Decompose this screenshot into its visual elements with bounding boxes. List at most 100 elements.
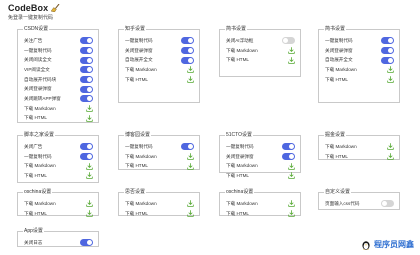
download-row[interactable]: 下载 HTML: [226, 171, 295, 181]
app-title: CodeBox: [8, 3, 49, 13]
settings-card-13: App设置 关闭日志: [17, 228, 99, 248]
toggle-switch[interactable]: [80, 37, 93, 45]
download-row[interactable]: 下载 HTML: [24, 114, 93, 124]
toggle-switch[interactable]: [181, 143, 194, 151]
toggle-switch[interactable]: [80, 76, 93, 84]
setting-label: 页面输入css代码: [325, 200, 360, 206]
card-rows: 页面输入css代码: [325, 199, 394, 209]
toggle-switch[interactable]: [181, 56, 194, 64]
toggle-switch[interactable]: [282, 143, 295, 151]
toggle-switch[interactable]: [381, 56, 394, 64]
setting-row: 关闭日志: [24, 238, 93, 248]
brand-text: 程序员网鑫: [374, 240, 414, 249]
card-title: CSDN设置: [23, 26, 50, 32]
download-icon[interactable]: [187, 66, 194, 74]
setting-label: 下载 Markdown: [226, 200, 258, 206]
setting-label: 关闭AI浮动框: [226, 37, 254, 43]
download-icon[interactable]: [187, 153, 194, 160]
download-icon[interactable]: [86, 114, 93, 122]
download-row[interactable]: 下载 Markdown: [24, 161, 93, 171]
setting-row: 关注广告: [24, 36, 93, 46]
toggle-switch[interactable]: [282, 153, 295, 161]
download-row[interactable]: 下载 Markdown: [226, 46, 295, 56]
toggle-switch[interactable]: [80, 153, 93, 161]
toggle-switch[interactable]: [80, 56, 93, 64]
download-row[interactable]: 下载 HTML: [125, 161, 194, 171]
settings-card-8: 掘金设置下载 Markdown 下载 HTML: [318, 132, 400, 162]
download-icon[interactable]: [86, 162, 93, 170]
setting-label: 一键复制代码: [325, 37, 353, 43]
toggle-switch[interactable]: [282, 37, 295, 45]
card-title: 思否设置: [124, 189, 147, 195]
setting-row: 一键复制代码: [125, 36, 194, 46]
download-row[interactable]: 下载 Markdown: [24, 104, 93, 114]
toggle-switch[interactable]: [80, 143, 93, 151]
settings-card-2: 知乎设置 一键复制代码 关闭登录弹窗 自动展开全文 下载 Markdown 下载 HTML: [118, 26, 200, 103]
download-row[interactable]: 下载 HTML: [226, 209, 295, 219]
download-row[interactable]: 下载 Markdown: [226, 199, 295, 209]
setting-label: 关闭登录弹窗: [325, 47, 353, 53]
download-icon[interactable]: [288, 56, 295, 64]
download-icon[interactable]: [288, 47, 295, 54]
toggle-switch[interactable]: [80, 239, 93, 247]
toggle-switch[interactable]: [80, 66, 93, 74]
download-row[interactable]: 下载 HTML: [125, 75, 194, 85]
toggle-switch[interactable]: [181, 37, 194, 45]
download-icon[interactable]: [288, 200, 295, 208]
toggle-switch[interactable]: [381, 37, 394, 45]
download-icon[interactable]: [86, 210, 93, 217]
download-row[interactable]: 下载 HTML: [226, 55, 295, 65]
download-row[interactable]: 下载 Markdown: [226, 161, 295, 171]
setting-label: 下载 Markdown: [24, 200, 56, 206]
download-row[interactable]: 下载 Markdown: [125, 199, 194, 209]
download-icon[interactable]: [387, 153, 394, 160]
download-row[interactable]: 下载 HTML: [24, 209, 93, 219]
toggle-switch[interactable]: [381, 47, 394, 55]
toggle-switch[interactable]: [80, 85, 93, 93]
toggle-switch[interactable]: [80, 47, 93, 55]
settings-card-6: 博客园设置 一键复制代码 下载 Markdown 下载 HTML: [118, 132, 200, 171]
setting-label: 下载 Markdown: [125, 200, 157, 206]
download-icon[interactable]: [387, 66, 394, 74]
card-title: 掘金设置: [324, 132, 347, 138]
download-row[interactable]: 下载 Markdown: [125, 65, 194, 75]
toggle-switch[interactable]: [80, 95, 93, 103]
download-icon[interactable]: [288, 162, 295, 170]
setting-label: 一键复制代码: [24, 153, 52, 159]
setting-label: 下载 HTML: [226, 172, 249, 178]
download-row[interactable]: 下载 HTML: [24, 171, 93, 181]
setting-label: 下载 Markdown: [226, 163, 258, 169]
toggle-switch[interactable]: [381, 200, 394, 208]
download-icon[interactable]: [86, 105, 93, 112]
setting-label: 自动展开全文: [325, 57, 353, 63]
card-rows: 一键复制代码 关闭登录弹窗 自动展开全文下载 Markdown 下载 HTML: [325, 36, 394, 84]
download-icon[interactable]: [387, 143, 394, 151]
download-icon[interactable]: [187, 76, 194, 83]
setting-row: 关闭登录弹窗: [125, 46, 194, 56]
setting-row: VIP阅读全文: [24, 65, 93, 75]
download-icon[interactable]: [387, 76, 394, 83]
download-row[interactable]: 下载 Markdown: [325, 142, 394, 152]
download-icon[interactable]: [187, 200, 194, 208]
setting-label: 下载 HTML: [125, 210, 148, 216]
download-icon[interactable]: [187, 210, 194, 217]
download-icon[interactable]: [288, 210, 295, 217]
download-row[interactable]: 下载 Markdown: [24, 199, 93, 209]
download-row[interactable]: 下载 Markdown: [125, 152, 194, 162]
card-title: 自定义设置: [324, 189, 352, 195]
download-row[interactable]: 下载 HTML: [325, 152, 394, 162]
download-row[interactable]: 下载 Markdown: [325, 65, 394, 75]
setting-row: 关闭登录弹窗: [24, 84, 93, 94]
download-row[interactable]: 下载 HTML: [325, 75, 394, 85]
setting-label: VIP阅读全文: [24, 66, 50, 72]
download-icon[interactable]: [288, 172, 295, 180]
download-icon[interactable]: [86, 200, 93, 208]
download-row[interactable]: 下载 HTML: [125, 209, 194, 219]
setting-label: 一键复制代码: [24, 47, 52, 53]
toggle-switch[interactable]: [181, 47, 194, 55]
setting-label: 下载 HTML: [325, 153, 348, 159]
setting-label: 自动展开代码块: [24, 76, 57, 82]
download-icon[interactable]: [86, 172, 93, 180]
setting-label: 下载 HTML: [24, 210, 47, 216]
download-icon[interactable]: [187, 162, 194, 170]
